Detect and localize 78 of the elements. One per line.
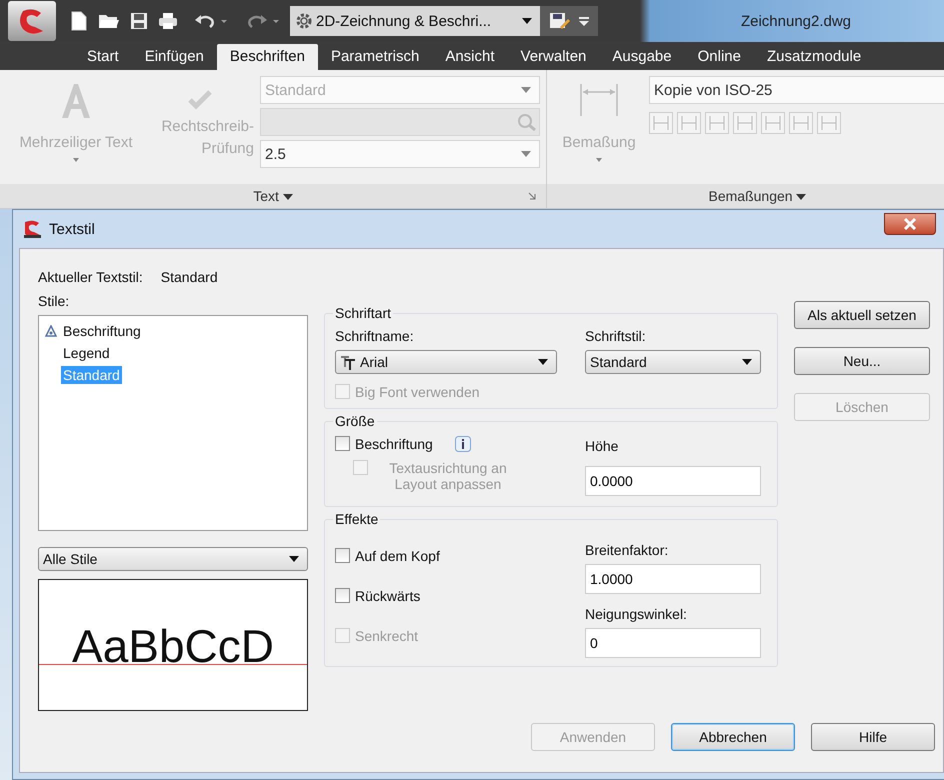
- close-icon: [903, 218, 917, 230]
- dialog-button[interactable]: Neu...: [794, 347, 930, 375]
- ribbon-tab[interactable]: Start: [74, 44, 132, 70]
- font-name-label: Schriftname:: [335, 328, 415, 344]
- current-style-label: Aktueller Textstil:: [38, 269, 143, 285]
- style-list-item[interactable]: Legend: [61, 344, 112, 362]
- font-name-value: Arial: [360, 354, 390, 370]
- dialog-button[interactable]: Als aktuell setzen: [794, 301, 930, 329]
- dialog-button[interactable]: Abbrechen: [671, 723, 795, 751]
- customize-menu-icon[interactable]: [578, 15, 590, 27]
- open-folder-icon[interactable]: [98, 12, 120, 30]
- preview-text: AaBbCcD: [72, 623, 274, 669]
- checkbox-label: Auf dem Kopf: [355, 548, 440, 564]
- height-label: Höhe: [585, 438, 620, 454]
- undo-icon[interactable]: [194, 12, 230, 30]
- font-style-label: Schriftstil:: [585, 328, 647, 344]
- caret-icon: [289, 556, 299, 562]
- spell-search-icon: [517, 113, 537, 131]
- spelling-search-field[interactable]: [260, 108, 540, 136]
- checkbox[interactable]: [335, 588, 350, 603]
- checkbox[interactable]: [335, 436, 350, 451]
- truetype-icon: [340, 354, 356, 370]
- checkbox-label: Textausrichtung an Layout anpassen: [388, 460, 508, 492]
- checkbox[interactable]: [335, 548, 350, 563]
- text-height-dropdown[interactable]: 2.5: [260, 140, 540, 168]
- caret-icon: [73, 158, 79, 162]
- width-factor-field[interactable]: 1.0000: [585, 564, 761, 594]
- caret-icon: [538, 359, 548, 365]
- ribbon-tab[interactable]: Online: [684, 44, 754, 70]
- redo-icon[interactable]: [246, 12, 282, 30]
- save-icon[interactable]: [130, 12, 148, 30]
- workspace-name: 2D-Zeichnung & Beschri...: [316, 12, 492, 30]
- group-title: Effekte: [333, 511, 380, 527]
- dropdown-arrow-icon: [522, 18, 532, 24]
- print-icon[interactable]: [158, 12, 178, 30]
- font-style-dropdown[interactable]: Standard: [585, 350, 761, 374]
- close-button[interactable]: [884, 213, 936, 235]
- checkbox-label: Senkrecht: [355, 628, 418, 644]
- oblique-angle-field[interactable]: 0: [585, 628, 761, 658]
- save-as-icon[interactable]: [548, 11, 570, 31]
- width-factor-label: Breitenfaktor:: [585, 542, 670, 558]
- caret-icon: [596, 158, 602, 162]
- caret-icon: [521, 151, 531, 157]
- caret-icon: [521, 87, 531, 93]
- ribbon-tab[interactable]: Einfügen: [132, 44, 217, 70]
- group-title: Schriftart: [333, 305, 394, 321]
- dialog-launcher-icon[interactable]: [528, 192, 536, 200]
- ribbon-tab[interactable]: Verwalten: [508, 44, 600, 70]
- checkbox-label: Rückwärts: [355, 588, 420, 604]
- checkbox-label: Big Font verwenden: [355, 384, 480, 400]
- app-logo-icon: [21, 219, 43, 239]
- dialog-title: Textstil: [49, 220, 96, 238]
- ribbon-tab[interactable]: Zusatzmodule: [754, 44, 874, 70]
- annotative-icon: [45, 325, 57, 337]
- styles-label: Stile:: [38, 293, 70, 309]
- new-file-icon[interactable]: [70, 11, 88, 31]
- checkbox-label: Beschriftung: [355, 436, 433, 452]
- ribbon-tab[interactable]: Parametrisch: [318, 44, 432, 70]
- application-button[interactable]: [8, 1, 56, 41]
- height-field[interactable]: 0.0000: [585, 466, 761, 496]
- gear-icon: [294, 11, 314, 31]
- ribbon-tab[interactable]: Ausgabe: [599, 44, 685, 70]
- oblique-angle-label: Neigungswinkel:: [585, 606, 688, 622]
- document-title: Zeichnung2.dwg: [740, 12, 852, 30]
- current-style-value: Standard: [160, 269, 218, 285]
- group-title: Größe: [333, 413, 377, 429]
- workspace-dropdown[interactable]: 2D-Zeichnung & Beschri...: [290, 6, 540, 36]
- panel-title[interactable]: Text: [253, 188, 293, 204]
- font-name-dropdown[interactable]: Arial: [335, 350, 557, 374]
- panel-title[interactable]: Bemaßungen: [708, 188, 806, 204]
- dimension-style-dropdown[interactable]: Kopie von ISO-25: [649, 76, 944, 104]
- dialog-button[interactable]: Hilfe: [811, 723, 935, 751]
- style-list-item[interactable]: Beschriftung: [61, 322, 143, 340]
- ribbon-tab[interactable]: Beschriften: [216, 44, 318, 70]
- caret-icon: [742, 359, 752, 365]
- ribbon-tab[interactable]: Ansicht: [432, 44, 508, 70]
- info-icon[interactable]: [454, 436, 471, 452]
- style-filter-dropdown[interactable]: Alle Stile: [38, 547, 308, 571]
